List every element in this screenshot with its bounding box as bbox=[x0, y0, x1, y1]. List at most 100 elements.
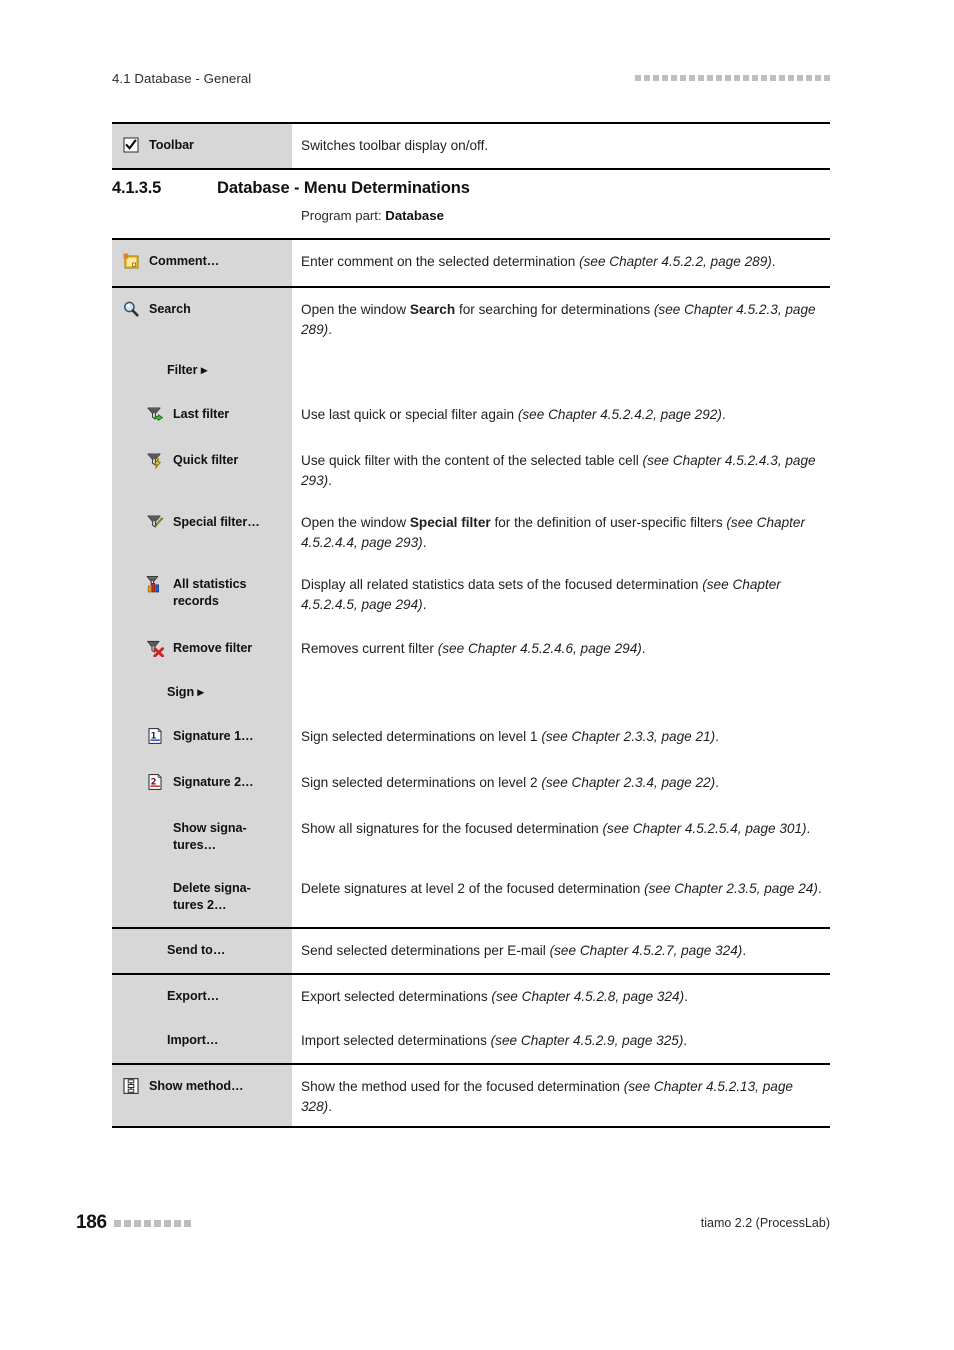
section-title: Database - Menu Determinations bbox=[217, 179, 470, 197]
magnifier-search-icon bbox=[122, 300, 140, 318]
program-part: Program part: Database bbox=[301, 208, 444, 223]
menu-row-description: Sign selected determinations on level 2 … bbox=[301, 774, 719, 790]
filter-statistics-icon bbox=[146, 575, 164, 593]
menu-row-label-cell: Sign ▸ bbox=[112, 670, 292, 715]
decorative-square bbox=[761, 75, 767, 81]
menu-row[interactable]: Export… Export selected determinations (s… bbox=[112, 974, 830, 1019]
menu-row[interactable]: All statistics records Display all relate… bbox=[112, 562, 830, 627]
menu-row-label-cell: Special filter… bbox=[112, 500, 292, 563]
menu-row[interactable]: Last filter Use last quick or special fil… bbox=[112, 393, 830, 440]
toolbar-table: Toolbar Switches toolbar display on/off. bbox=[112, 122, 830, 170]
decorative-square bbox=[779, 75, 785, 81]
menu-row-label: Filter ▸ bbox=[167, 363, 208, 378]
menu-row-description: Use last quick or special filter again (… bbox=[301, 407, 726, 423]
menu-row[interactable]: Sign ▸ bbox=[112, 670, 830, 715]
menu-row[interactable]: Show signa-tures… Show all signatures for… bbox=[112, 806, 830, 867]
menu-row-description: Removes current filter (see Chapter 4.5.… bbox=[301, 640, 646, 656]
show-method-icon bbox=[122, 1077, 140, 1095]
menu-row[interactable]: Toolbar Switches toolbar display on/off. bbox=[112, 124, 830, 168]
decorative-square bbox=[143, 1219, 151, 1227]
menu-row-description: Export selected determinations (see Chap… bbox=[301, 988, 688, 1004]
menu-row-label-cell: Comment… bbox=[112, 240, 292, 286]
decorative-square bbox=[698, 75, 704, 81]
menu-row-label: Show signa-tures… bbox=[173, 820, 247, 852]
menu-row-description: Sign selected determinations on level 1 … bbox=[301, 728, 719, 744]
decorative-square bbox=[770, 75, 776, 81]
menu-determinations-table: Comment… Enter comment on the selected de… bbox=[112, 238, 830, 1129]
menu-row-label-cell: Export… bbox=[112, 974, 292, 1019]
menu-row-label: Search bbox=[149, 302, 191, 316]
menu-row-label: Remove filter bbox=[173, 640, 253, 655]
menu-row-label-cell: Show method… bbox=[112, 1064, 292, 1127]
header-square-decoration bbox=[635, 75, 830, 81]
decorative-square bbox=[752, 75, 758, 81]
menu-row[interactable]: Send to… Send selected determinations per… bbox=[112, 928, 830, 973]
decorative-square bbox=[133, 1219, 141, 1227]
menu-row-description: Send selected determinations per E-mail … bbox=[301, 942, 747, 958]
decorative-square bbox=[662, 75, 668, 81]
decorative-square bbox=[806, 75, 812, 81]
menu-row-label: Show method… bbox=[149, 1078, 244, 1093]
menu-row-label-cell: Send to… bbox=[112, 928, 292, 973]
menu-row[interactable]: Comment… Enter comment on the selected de… bbox=[112, 240, 830, 286]
menu-row-description: Switches toolbar display on/off. bbox=[301, 138, 489, 153]
menu-row[interactable]: Filter ▸ bbox=[112, 349, 830, 394]
menu-row-description: Import selected determinations (see Chap… bbox=[301, 1032, 688, 1048]
filter-remove-icon bbox=[146, 639, 164, 657]
menu-row[interactable]: Import… Import selected determinations (s… bbox=[112, 1018, 830, 1063]
menu-row-label: Signature 2… bbox=[173, 774, 254, 789]
filter-last-icon bbox=[146, 405, 164, 423]
menu-row-label: Import… bbox=[167, 1032, 219, 1047]
menu-row-label-cell: 2 Signature 2… bbox=[112, 760, 292, 807]
menu-row-description bbox=[292, 349, 830, 393]
checkbox-checked-icon bbox=[122, 136, 140, 154]
decorative-square bbox=[671, 75, 677, 81]
filter-quick-icon bbox=[146, 451, 164, 470]
menu-row-label-cell: All statistics records bbox=[112, 562, 292, 627]
footer-square-decoration bbox=[113, 1219, 191, 1227]
decorative-square bbox=[788, 75, 794, 81]
decorative-square bbox=[183, 1219, 191, 1227]
menu-row[interactable]: 2 Signature 2… Sign selected determinatio… bbox=[112, 760, 830, 807]
comment-note-icon bbox=[122, 252, 140, 270]
menu-row[interactable]: Remove filter Removes current filter (see… bbox=[112, 626, 830, 671]
menu-row-label: All statistics records bbox=[173, 576, 247, 608]
menu-row-description: Use quick filter with the content of the… bbox=[301, 453, 816, 489]
menu-row-label-cell: Show signa-tures… bbox=[112, 806, 292, 867]
menu-row-label-cell: Toolbar bbox=[112, 124, 292, 168]
menu-row[interactable]: Delete signa-tures 2… Delete signatures a… bbox=[112, 866, 830, 927]
decorative-square bbox=[734, 75, 740, 81]
menu-row-label: Sign ▸ bbox=[167, 684, 204, 699]
decorative-square bbox=[123, 1219, 131, 1227]
decorative-square bbox=[815, 75, 821, 81]
menu-row[interactable]: Search Open the window Search for searchi… bbox=[112, 288, 830, 350]
menu-row-description: Display all related statistics data sets… bbox=[301, 576, 781, 612]
menu-row[interactable]: Quick filter Use quick filter with the co… bbox=[112, 439, 830, 501]
section-number: 4.1.3.5 bbox=[112, 179, 162, 197]
menu-row-label-cell: Delete signa-tures 2… bbox=[112, 866, 292, 927]
menu-row-label-cell: Filter ▸ bbox=[112, 349, 292, 394]
menu-row-description: Open the window Search for searching for… bbox=[301, 302, 816, 337]
menu-row[interactable]: Special filter… Open the window Special f… bbox=[112, 500, 830, 563]
footer-left: 186 bbox=[76, 1212, 191, 1234]
menu-row-label: Comment… bbox=[149, 254, 220, 268]
menu-row[interactable]: Show method… Show the method used for the… bbox=[112, 1064, 830, 1127]
menu-row-label-cell: Import… bbox=[112, 1018, 292, 1063]
filter-special-icon bbox=[146, 513, 164, 531]
svg-text:1: 1 bbox=[151, 730, 157, 740]
menu-row[interactable]: 1 Signature 1… Sign selected determinatio… bbox=[112, 714, 830, 761]
decorative-square bbox=[743, 75, 749, 81]
menu-row-label: Toolbar bbox=[149, 138, 194, 152]
running-header-title: 4.1 Database - General bbox=[112, 70, 252, 86]
menu-row-label-cell: Quick filter bbox=[112, 439, 292, 501]
decorative-square bbox=[707, 75, 713, 81]
svg-text:2: 2 bbox=[151, 776, 157, 786]
table-bottom-rule bbox=[112, 1126, 830, 1129]
decorative-square bbox=[163, 1219, 171, 1227]
menu-row-label-cell: Remove filter bbox=[112, 626, 292, 671]
menu-row-description: Show the method used for the focused det… bbox=[301, 1078, 793, 1114]
menu-row-description: Open the window Special filter for the d… bbox=[301, 514, 805, 550]
decorative-square bbox=[716, 75, 722, 81]
program-part-value: Database bbox=[385, 208, 444, 223]
section-heading: 4.1.3.5 Database - Menu Determinations bbox=[112, 179, 830, 198]
